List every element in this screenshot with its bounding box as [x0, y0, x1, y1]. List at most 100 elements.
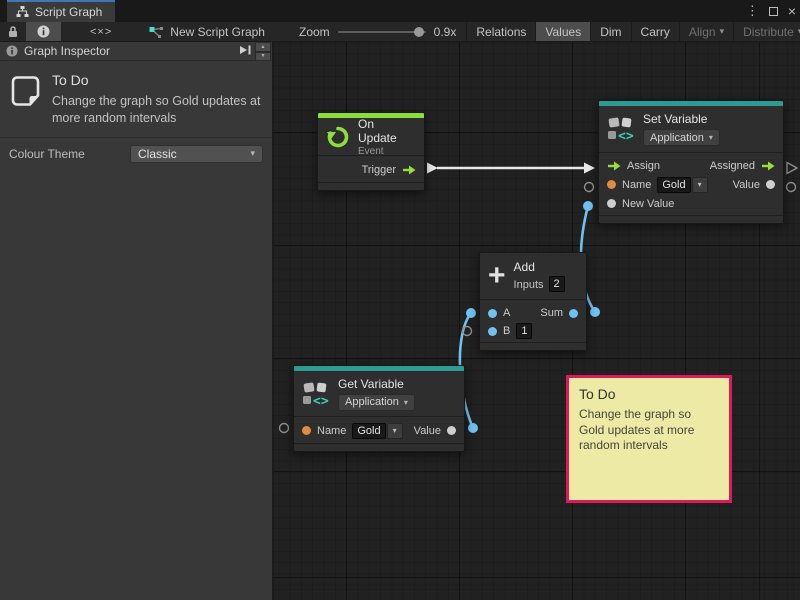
zoom-value: 0.9x: [434, 25, 457, 39]
trigger-output-port[interactable]: Trigger: [362, 164, 416, 176]
code-preview-button[interactable]: <×>: [81, 22, 121, 41]
scope-value: Application: [650, 132, 704, 144]
sum-output-port[interactable]: Sum: [540, 307, 578, 319]
value-port-dot: [447, 426, 456, 435]
tab-bar: Script Graph ⋮ ×: [0, 0, 800, 22]
node-title: Get Variable: [338, 377, 415, 391]
variable-name-field[interactable]: Gold: [657, 177, 690, 193]
node-title: Set Variable: [643, 112, 720, 126]
node-footer: [318, 182, 424, 190]
chevron-down-icon: ▾: [698, 180, 702, 189]
new-script-graph-label: New Script Graph: [170, 25, 265, 39]
colour-theme-row: Colour Theme Classic ▾: [0, 138, 272, 170]
control-arrow-icon: [402, 165, 416, 175]
variable-name-dropdown[interactable]: ▾: [692, 177, 708, 193]
tab-script-graph[interactable]: Script Graph: [7, 0, 115, 22]
new-script-graph-button[interactable]: New Script Graph: [139, 22, 275, 41]
variable-name-dropdown[interactable]: ▾: [387, 423, 403, 439]
variables-icon: <>: [607, 116, 635, 142]
node-footer: [480, 342, 586, 350]
lock-icon: [7, 25, 19, 38]
wire-trigger-to-assign: [427, 163, 595, 174]
on-update-event-icon: [326, 125, 350, 149]
unconnected-port-indicator[interactable]: [280, 424, 289, 433]
inspector-toggle-button[interactable]: [26, 22, 61, 41]
maximize-icon[interactable]: [769, 7, 778, 16]
zoom-slider-handle[interactable]: [414, 27, 424, 37]
scroll-down-button[interactable]: ▼: [255, 52, 271, 62]
graph-tab-icon: [16, 6, 29, 18]
chevron-down-icon: ▾: [393, 426, 397, 435]
close-icon[interactable]: ×: [788, 4, 796, 18]
colour-theme-value: Classic: [138, 147, 177, 161]
b-input-port[interactable]: B 1: [488, 323, 532, 339]
sticky-note-text: Change the graph so Gold updates at more…: [579, 407, 717, 454]
node-subtitle: Event: [358, 146, 416, 157]
code-icon: <×>: [90, 26, 112, 38]
value-output-port[interactable]: Value: [733, 179, 775, 191]
sticky-note-title: To Do: [579, 386, 719, 402]
colour-theme-label: Colour Theme: [9, 147, 130, 161]
window-menu-icon[interactable]: ⋮: [746, 3, 759, 19]
b-value-field[interactable]: 1: [516, 323, 532, 339]
lock-button[interactable]: [0, 22, 26, 41]
svg-text:<>: <>: [313, 394, 329, 407]
window-controls: ⋮ ×: [746, 0, 796, 22]
view-buttons: Relations Values Dim Carry Align ▾ Distr…: [466, 22, 800, 41]
name-input-port[interactable]: Name Gold ▾: [607, 177, 708, 193]
assign-input-port[interactable]: Assign: [607, 160, 660, 172]
node-title: Add: [514, 260, 565, 274]
value-port-dot: [766, 180, 775, 189]
add-node[interactable]: + Add Inputs 2 A Sum: [479, 252, 587, 351]
distribute-button[interactable]: Distribute ▾: [733, 22, 800, 41]
value-port-dot: [569, 309, 578, 318]
a-input-port[interactable]: A: [488, 307, 510, 319]
get-variable-node[interactable]: <> Get Variable Application ▾ Name: [293, 365, 465, 452]
tab-label: Script Graph: [35, 5, 102, 19]
assigned-output-port[interactable]: Assigned: [710, 160, 775, 172]
node-footer: [599, 215, 783, 223]
carry-button[interactable]: Carry: [631, 22, 679, 41]
dock-icon[interactable]: [238, 44, 252, 56]
unconnected-port-indicator[interactable]: [585, 183, 594, 192]
scroll-down-icon: ▼: [261, 53, 266, 59]
value-port-dot: [607, 199, 616, 208]
node-title: On Update: [358, 117, 416, 145]
variables-icon: <>: [302, 381, 330, 407]
todo-title: To Do: [52, 72, 264, 88]
set-variable-node[interactable]: <> Set Variable Application ▾: [598, 100, 784, 224]
on-update-node[interactable]: On Update Event Trigger: [317, 112, 425, 191]
graph-canvas[interactable]: On Update Event Trigger: [274, 42, 800, 600]
variable-name-field[interactable]: Gold: [352, 423, 385, 439]
sticky-note-icon: [9, 74, 42, 109]
value-output-port[interactable]: Value: [414, 425, 456, 437]
graph-toolbar: <×> New Script Graph Zoom 0.9x Relations…: [0, 22, 800, 42]
todo-summary: To Do Change the graph so Gold updates a…: [0, 61, 272, 138]
inputs-count-field[interactable]: 2: [549, 276, 565, 292]
sticky-note[interactable]: To Do Change the graph so Gold updates a…: [566, 375, 732, 503]
variable-scope-dropdown[interactable]: Application ▾: [643, 129, 720, 146]
scope-value: Application: [345, 396, 399, 408]
chevron-down-icon: ▾: [709, 133, 713, 142]
node-footer: [294, 443, 464, 451]
scroll-up-button[interactable]: ▲: [255, 42, 271, 52]
scroll-up-icon: ▲: [261, 44, 266, 50]
svg-text:<>: <>: [618, 129, 634, 142]
values-button[interactable]: Values: [535, 22, 590, 41]
align-button[interactable]: Align ▾: [679, 22, 733, 41]
colour-theme-dropdown[interactable]: Classic ▾: [130, 145, 263, 163]
name-input-port[interactable]: Name Gold ▾: [302, 423, 403, 439]
script-graph-icon: [149, 26, 164, 38]
inputs-label: Inputs: [514, 279, 544, 291]
relations-button[interactable]: Relations: [466, 22, 535, 41]
dim-button[interactable]: Dim: [590, 22, 630, 41]
zoom-slider[interactable]: [338, 31, 426, 33]
inspector-header: Graph Inspector ▲ ▼: [0, 42, 272, 61]
inspector-title: Graph Inspector: [24, 44, 110, 58]
variable-scope-dropdown[interactable]: Application ▾: [338, 394, 415, 411]
todo-description: Change the graph so Gold updates at more…: [52, 93, 264, 127]
new-value-input-port[interactable]: New Value: [607, 198, 674, 210]
unconnected-port-indicator[interactable]: [787, 183, 796, 192]
script-graph-window: Script Graph ⋮ × <×>: [0, 0, 800, 600]
unconnected-port-indicator[interactable]: [787, 163, 797, 174]
